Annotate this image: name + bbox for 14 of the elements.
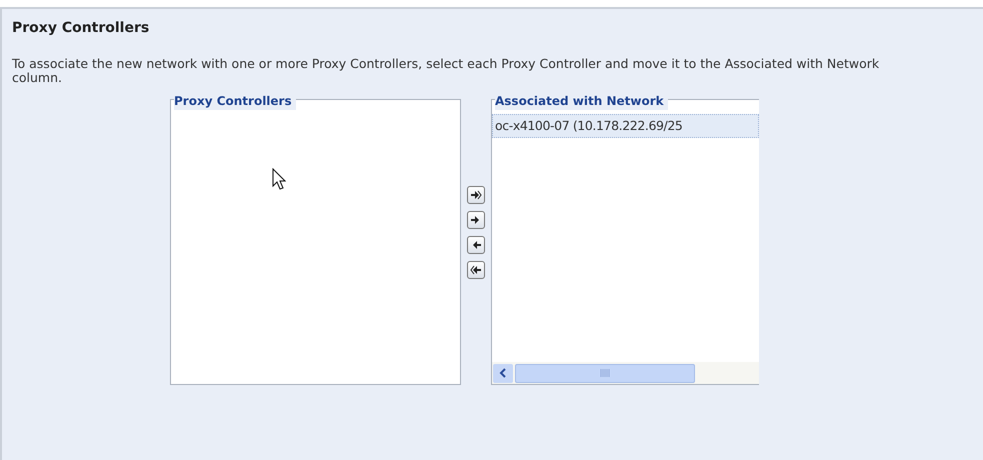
double-arrow-icon <box>470 190 482 200</box>
move-right-button[interactable] <box>467 211 485 229</box>
move-all-right-button[interactable] <box>467 186 485 204</box>
scroll-left-icon[interactable] <box>493 364 513 382</box>
arrow-icon <box>470 215 482 225</box>
double-arrow-icon <box>470 265 482 275</box>
instructions-text: To associate the new network with one or more Proxy Controllers, select each Proxy Controller and move it to the Associated with Network column. <box>12 57 880 85</box>
section-title: Proxy Controllers <box>12 19 150 38</box>
scroll-thumb[interactable] <box>515 364 695 382</box>
move-left-button[interactable] <box>467 236 485 254</box>
cursor-icon <box>272 168 286 190</box>
list-item[interactable]: oc-x4100-07 (10.178.222.69/25 <box>492 114 759 138</box>
horizontal-scrollbar[interactable] <box>492 362 759 384</box>
move-all-left-button[interactable] <box>467 261 485 279</box>
